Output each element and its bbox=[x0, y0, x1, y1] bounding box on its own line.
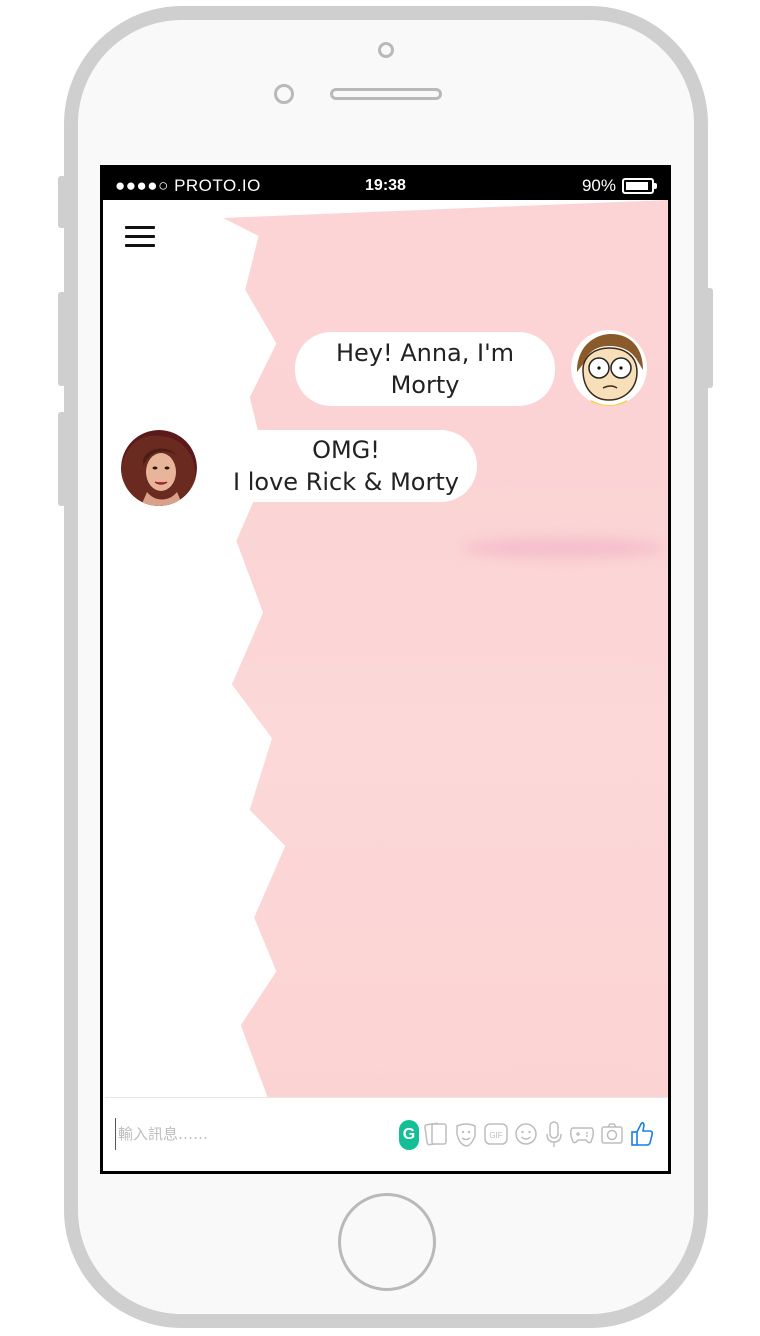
home-button[interactable] bbox=[338, 1193, 436, 1291]
battery-icon bbox=[622, 178, 657, 194]
message-bubble-incoming: OMG! I love Rick & Morty bbox=[215, 430, 477, 502]
watercolor-streak bbox=[463, 538, 663, 558]
sticker-icon[interactable] bbox=[453, 1118, 479, 1150]
gif-icon[interactable]: GIF bbox=[483, 1118, 509, 1150]
grammarly-icon[interactable]: G bbox=[399, 1120, 419, 1150]
message-bubble-outgoing: Hey! Anna, I'm Morty bbox=[295, 332, 555, 406]
battery-percent: 90% bbox=[581, 176, 616, 195]
chat-area: Hey! Anna, I'm Morty OMG! I love Rick & … bbox=[103, 200, 668, 1097]
camera-icon[interactable] bbox=[599, 1118, 625, 1150]
earpiece-speaker bbox=[330, 88, 442, 100]
front-camera bbox=[378, 42, 394, 58]
cards-icon[interactable] bbox=[423, 1118, 449, 1150]
microphone-icon[interactable] bbox=[541, 1118, 567, 1150]
status-bar: ●●●●○ PROTO.IO 19:38 90% bbox=[103, 168, 668, 200]
message-line: Morty bbox=[390, 371, 460, 399]
screen: ●●●●○ PROTO.IO 19:38 90% Hey! Anna, I'm … bbox=[100, 165, 671, 1174]
proximity-sensor bbox=[274, 84, 294, 104]
message-line: Hey! Anna, I'm bbox=[335, 339, 515, 367]
anna-avatar[interactable] bbox=[121, 430, 197, 506]
gif-label: GIF bbox=[489, 1131, 502, 1140]
morty-avatar[interactable] bbox=[571, 330, 647, 406]
hamburger-menu-icon[interactable] bbox=[125, 226, 155, 248]
thumbs-up-icon[interactable] bbox=[629, 1118, 655, 1150]
message-composer: G GIF bbox=[105, 1097, 667, 1171]
gamepad-icon[interactable] bbox=[569, 1118, 595, 1150]
message-line: OMG! bbox=[312, 436, 380, 464]
message-line: I love Rick & Morty bbox=[233, 468, 459, 496]
message-input[interactable] bbox=[115, 1118, 380, 1150]
emoji-icon[interactable] bbox=[513, 1118, 539, 1150]
